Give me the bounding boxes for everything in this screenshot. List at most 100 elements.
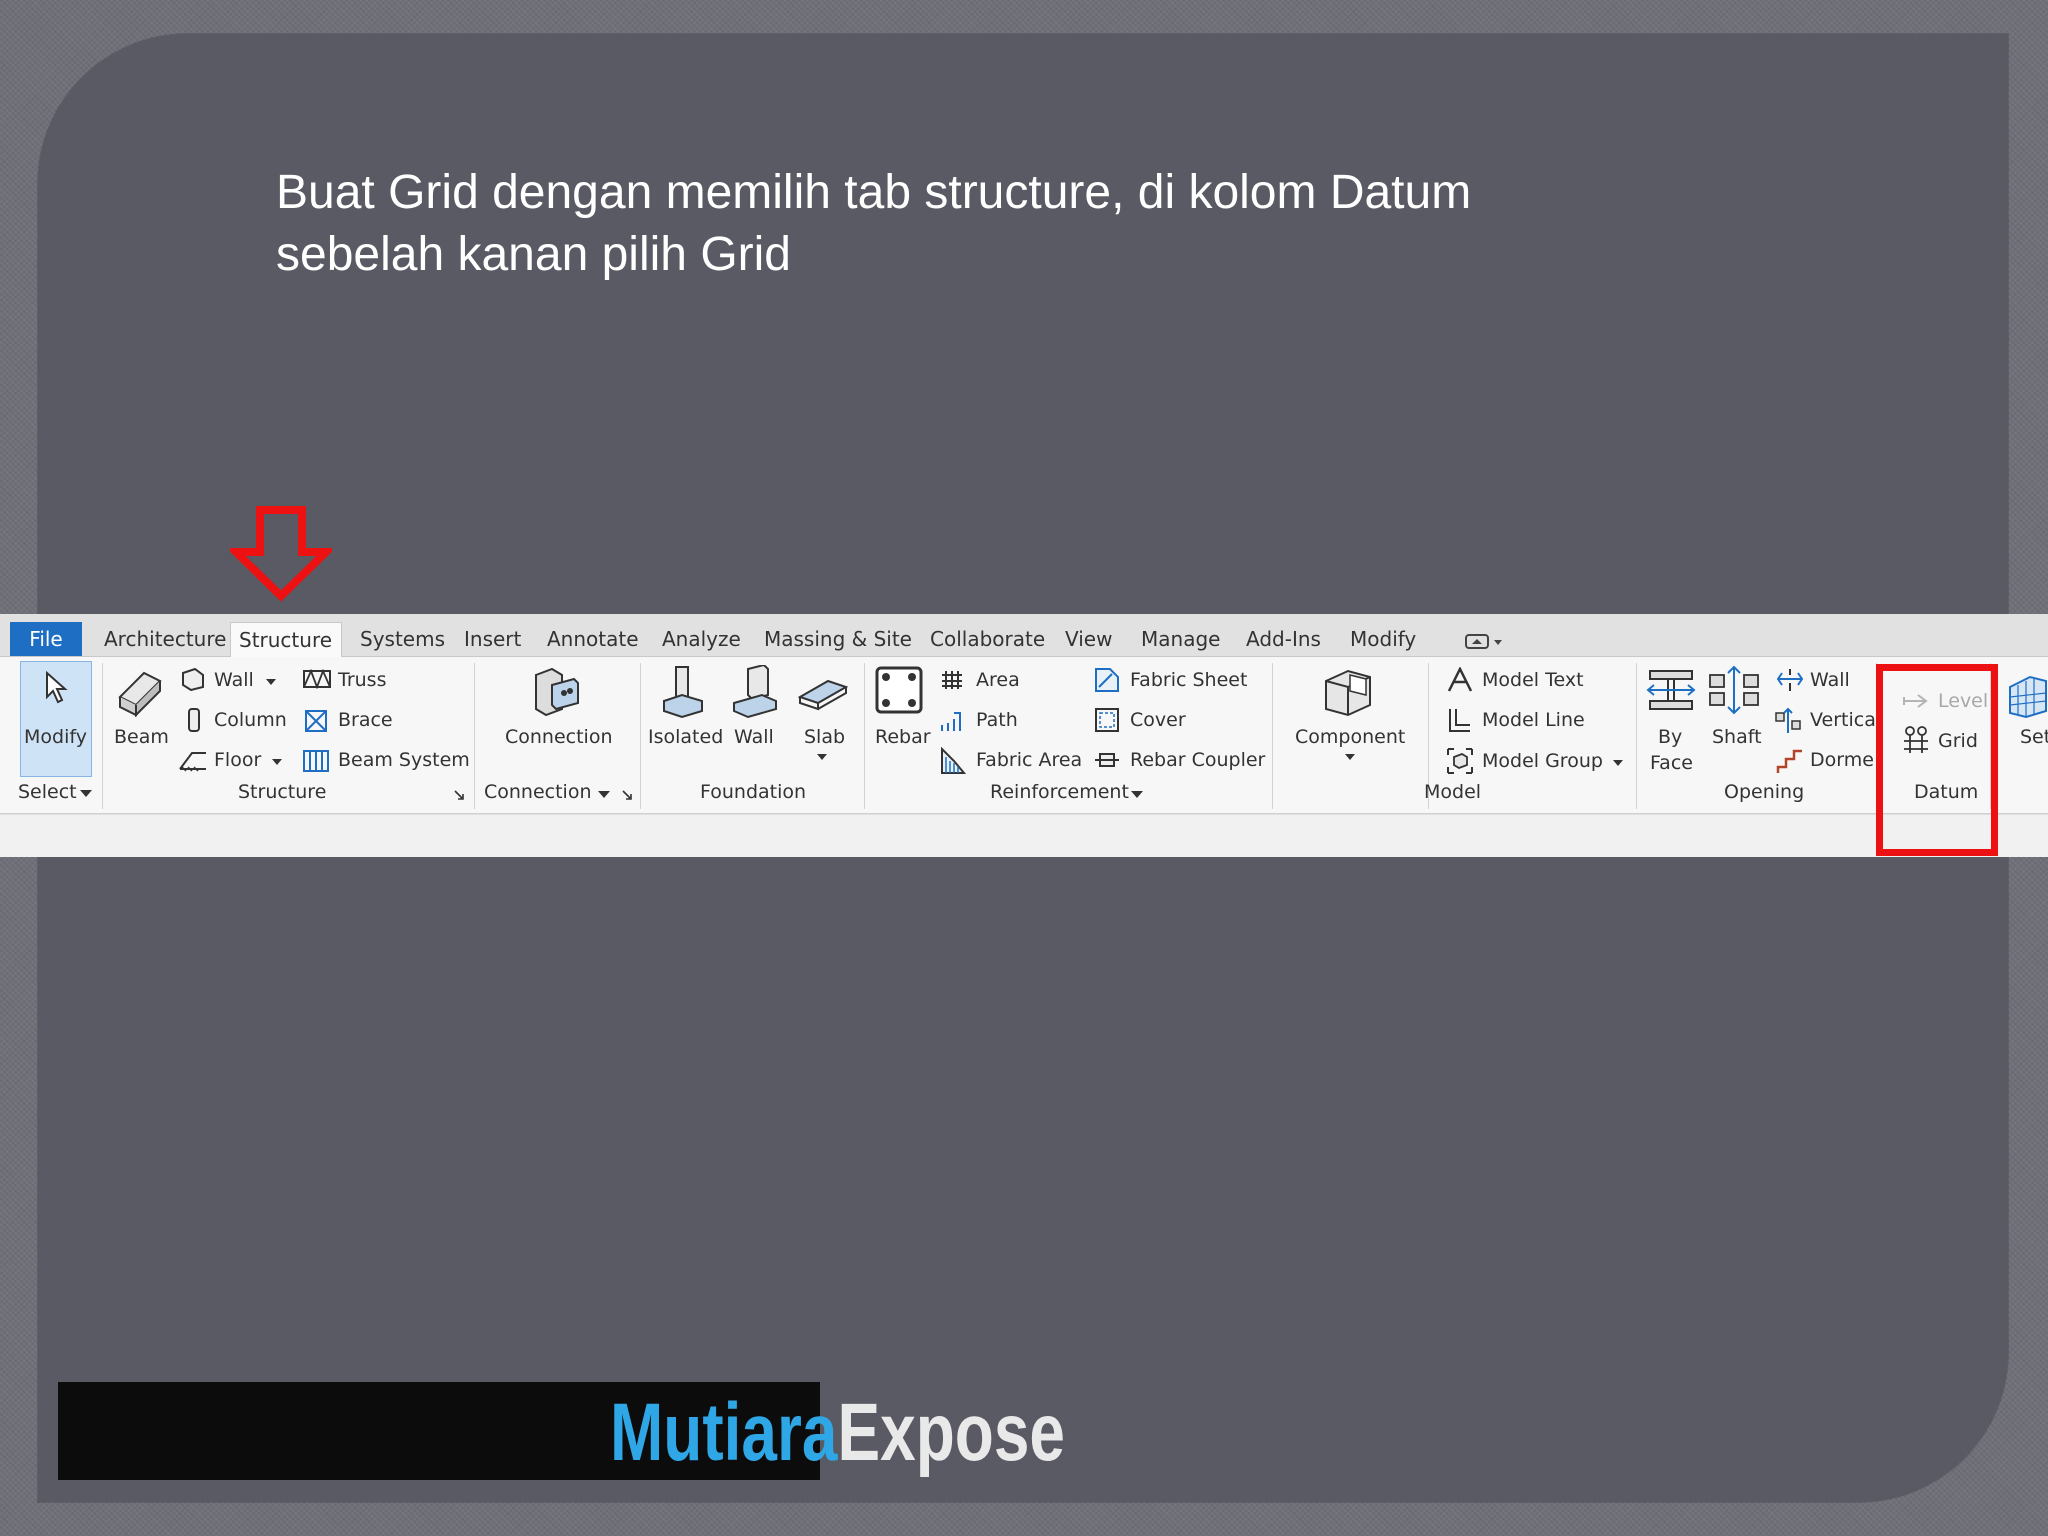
model-panel-title: Model bbox=[1424, 781, 1482, 803]
model-text-icon bbox=[1447, 667, 1473, 692]
panel-separator bbox=[864, 663, 865, 809]
panel-separator bbox=[474, 663, 475, 809]
dormer-icon bbox=[1776, 749, 1802, 773]
ribbon-panels: Modify Select Beam Wall Column Floor Tru… bbox=[0, 657, 2048, 814]
reinforcement-panel-title[interactable]: Reinforcement bbox=[990, 781, 1129, 803]
panel-separator bbox=[1272, 663, 1273, 809]
tab-view[interactable]: View bbox=[1057, 622, 1120, 656]
brand-logo: MutiaraExpose bbox=[610, 1378, 1065, 1488]
structure-panel-title: Structure bbox=[238, 781, 327, 803]
connection-icon bbox=[535, 667, 579, 717]
rebar-icon bbox=[875, 666, 923, 714]
tab-file[interactable]: File bbox=[10, 622, 82, 656]
dropdown-arrow-icon[interactable] bbox=[817, 753, 827, 761]
component-icon bbox=[1325, 669, 1371, 717]
column-button[interactable]: Column bbox=[214, 709, 287, 731]
dropdown-arrow-icon[interactable] bbox=[272, 758, 282, 766]
rebar-coupler-button[interactable]: Rebar Coupler bbox=[1130, 749, 1265, 771]
column-icon bbox=[188, 708, 200, 732]
tab-massing-site[interactable]: Massing & Site bbox=[756, 622, 920, 656]
tab-insert[interactable]: Insert bbox=[456, 622, 529, 656]
vertical-button[interactable]: Vertica bbox=[1810, 709, 1876, 731]
wall-icon bbox=[182, 667, 204, 691]
tab-architecture[interactable]: Architecture bbox=[96, 622, 234, 656]
caption-line-2: sebelah kanan pilih Grid bbox=[276, 228, 791, 281]
dropdown-arrow-icon[interactable] bbox=[598, 789, 610, 799]
isolated-button[interactable]: Isolated bbox=[648, 726, 723, 748]
red-down-arrow-icon bbox=[230, 506, 332, 602]
model-group-icon bbox=[1447, 748, 1473, 774]
wall-foundation-button[interactable]: Wall bbox=[734, 726, 774, 748]
component-button[interactable]: Component bbox=[1295, 726, 1405, 748]
beam-system-icon bbox=[303, 750, 329, 772]
tab-analyze[interactable]: Analyze bbox=[654, 622, 749, 656]
connection-panel-title[interactable]: Connection bbox=[484, 781, 592, 803]
brand-part-2: Expose bbox=[837, 1387, 1065, 1478]
panel-separator bbox=[640, 663, 641, 809]
tab-manage[interactable]: Manage bbox=[1133, 622, 1228, 656]
tab-annotate[interactable]: Annotate bbox=[539, 622, 647, 656]
tab-collaborate[interactable]: Collaborate bbox=[922, 622, 1053, 656]
ribbon: File Architecture Structure Systems Inse… bbox=[0, 614, 2048, 857]
wall-button[interactable]: Wall bbox=[214, 669, 254, 691]
by-label[interactable]: By bbox=[1658, 726, 1682, 748]
wall-foundation-icon bbox=[733, 665, 777, 719]
shaft-button[interactable]: Shaft bbox=[1712, 726, 1762, 748]
tab-modify[interactable]: Modify bbox=[1342, 622, 1424, 656]
tab-systems[interactable]: Systems bbox=[352, 622, 453, 656]
floor-button[interactable]: Floor bbox=[214, 749, 261, 771]
area-reinforcement-icon bbox=[942, 671, 962, 689]
brace-button[interactable]: Brace bbox=[338, 709, 393, 731]
dropdown-arrow-icon[interactable] bbox=[80, 788, 92, 798]
cover-icon bbox=[1095, 708, 1119, 732]
fabric-area-icon bbox=[941, 747, 966, 774]
face-label[interactable]: Face bbox=[1650, 752, 1693, 774]
model-line-icon bbox=[1449, 709, 1470, 732]
select-panel-title[interactable]: Select bbox=[18, 781, 77, 803]
dialog-launcher-icon[interactable] bbox=[622, 790, 632, 800]
dialog-launcher-icon[interactable] bbox=[454, 790, 464, 800]
dormer-button[interactable]: Dorme bbox=[1810, 749, 1874, 771]
dropdown-arrow-icon[interactable] bbox=[1131, 789, 1143, 799]
model-line-button[interactable]: Model Line bbox=[1482, 709, 1585, 731]
model-text-button[interactable]: Model Text bbox=[1482, 669, 1584, 691]
vertical-opening-icon bbox=[1775, 707, 1801, 733]
foundation-panel-title: Foundation bbox=[700, 781, 807, 803]
beam-button[interactable]: Beam bbox=[114, 726, 169, 748]
rebar-button[interactable]: Rebar bbox=[875, 726, 931, 748]
dropdown-arrow-icon[interactable] bbox=[1613, 759, 1623, 767]
slab-icon bbox=[798, 679, 848, 711]
set-button[interactable]: Set bbox=[2020, 726, 2048, 748]
isolated-foundation-icon bbox=[663, 666, 703, 719]
beam-icon bbox=[118, 671, 162, 717]
set-work-plane-icon bbox=[2009, 675, 2047, 719]
cursor-arrow-icon bbox=[46, 671, 68, 704]
path-button[interactable]: Path bbox=[976, 709, 1018, 731]
panel-separator bbox=[1636, 663, 1637, 809]
floor-icon bbox=[179, 752, 206, 772]
beam-system-button[interactable]: Beam System bbox=[338, 749, 470, 771]
caption-line-1: Buat Grid dengan memilih tab structure, … bbox=[276, 166, 1472, 219]
truss-button[interactable]: Truss bbox=[338, 669, 386, 691]
dropdown-arrow-icon[interactable] bbox=[1345, 753, 1355, 761]
tab-structure[interactable]: Structure bbox=[230, 622, 342, 657]
ribbon-tab-bar: File Architecture Structure Systems Inse… bbox=[0, 614, 2048, 657]
slide-caption: Buat Grid dengan memilih tab structure, … bbox=[276, 162, 1676, 286]
wall-opening-button[interactable]: Wall bbox=[1810, 669, 1850, 691]
dropdown-arrow-icon[interactable] bbox=[266, 678, 276, 686]
ribbon-minimize-icon[interactable] bbox=[1464, 632, 1508, 652]
cover-button[interactable]: Cover bbox=[1130, 709, 1186, 731]
ribbon-bottom-strip bbox=[0, 814, 2048, 857]
connection-button[interactable]: Connection bbox=[505, 726, 613, 748]
tab-add-ins[interactable]: Add-Ins bbox=[1238, 622, 1329, 656]
truss-icon bbox=[303, 669, 331, 689]
model-group-button[interactable]: Model Group bbox=[1482, 750, 1603, 772]
slab-button[interactable]: Slab bbox=[804, 726, 845, 748]
fabric-area-button[interactable]: Fabric Area bbox=[976, 749, 1082, 771]
opening-panel-title: Opening bbox=[1724, 781, 1805, 803]
brace-icon bbox=[305, 710, 327, 732]
fabric-sheet-button[interactable]: Fabric Sheet bbox=[1130, 669, 1247, 691]
panel-separator bbox=[102, 663, 103, 809]
path-reinforcement-icon bbox=[941, 712, 961, 731]
area-button[interactable]: Area bbox=[976, 669, 1020, 691]
